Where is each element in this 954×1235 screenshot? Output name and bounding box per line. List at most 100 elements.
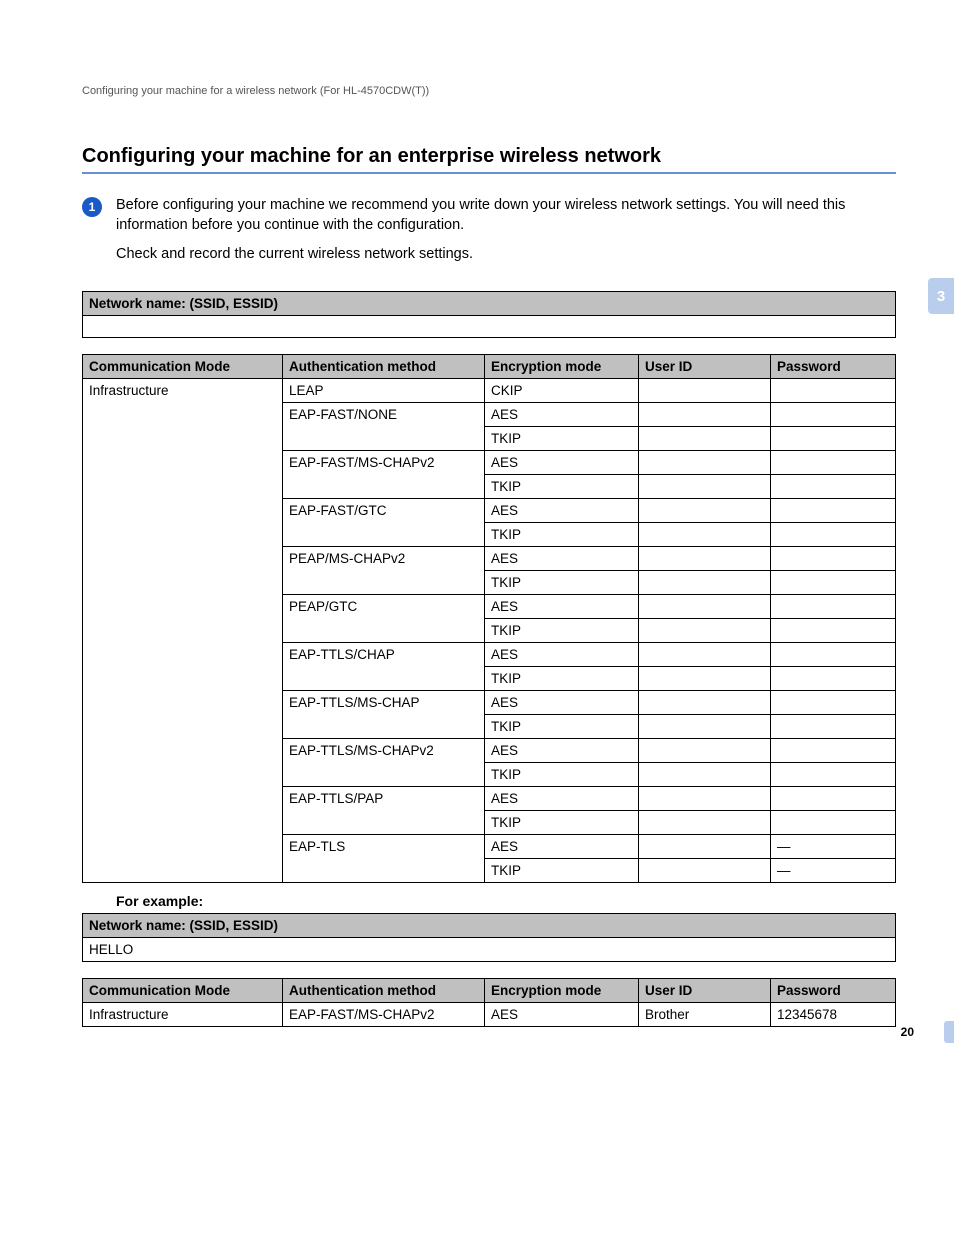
table-row: InfrastructureLEAPCKIP: [83, 378, 896, 402]
enc-cell: TKIP: [485, 618, 639, 642]
col-uid-header: User ID: [639, 354, 771, 378]
uid-cell: [639, 546, 771, 570]
ssid-header: Network name: (SSID, ESSID): [83, 291, 896, 315]
pwd-cell: [771, 618, 896, 642]
uid-cell: [639, 498, 771, 522]
enc-cell: TKIP: [485, 570, 639, 594]
col-comm-header: Communication Mode: [83, 354, 283, 378]
pwd-cell: [771, 522, 896, 546]
uid-cell: [639, 594, 771, 618]
step-text: Before configuring your machine we recom…: [116, 196, 896, 275]
ex-col-enc: Encryption mode: [485, 978, 639, 1002]
uid-cell: [639, 570, 771, 594]
pwd-cell: [771, 762, 896, 786]
enc-cell: AES: [485, 738, 639, 762]
enc-cell: AES: [485, 546, 639, 570]
pwd-cell: [771, 714, 896, 738]
ex-pwd: 12345678: [771, 1002, 896, 1026]
uid-cell: [639, 762, 771, 786]
enc-cell: AES: [485, 690, 639, 714]
example-ssid-value: HELLO: [83, 937, 896, 961]
uid-cell: [639, 834, 771, 858]
auth-cell: EAP-TTLS/MS-CHAP: [283, 690, 485, 738]
uid-cell: [639, 474, 771, 498]
ex-enc: AES: [485, 1002, 639, 1026]
example-row-table: Communication Mode Authentication method…: [82, 978, 896, 1027]
ssid-table: Network name: (SSID, ESSID): [82, 291, 896, 338]
enc-cell: AES: [485, 594, 639, 618]
uid-cell: [639, 858, 771, 882]
uid-cell: [639, 426, 771, 450]
enc-cell: TKIP: [485, 762, 639, 786]
pwd-cell: [771, 690, 896, 714]
pwd-cell: [771, 810, 896, 834]
ex-auth: EAP-FAST/MS-CHAPv2: [283, 1002, 485, 1026]
uid-cell: [639, 642, 771, 666]
uid-cell: [639, 450, 771, 474]
uid-cell: [639, 786, 771, 810]
pwd-cell: [771, 570, 896, 594]
uid-cell: [639, 810, 771, 834]
auth-cell: PEAP/MS-CHAPv2: [283, 546, 485, 594]
enc-cell: TKIP: [485, 858, 639, 882]
enc-cell: AES: [485, 498, 639, 522]
enc-cell: TKIP: [485, 522, 639, 546]
corner-tab: [944, 1021, 954, 1043]
page-number: 20: [901, 1025, 914, 1039]
enc-cell: AES: [485, 834, 639, 858]
pwd-cell: [771, 426, 896, 450]
settings-header-row: Communication Mode Authentication method…: [83, 354, 896, 378]
pwd-cell: [771, 594, 896, 618]
pwd-cell: [771, 450, 896, 474]
ex-col-comm: Communication Mode: [83, 978, 283, 1002]
auth-cell: EAP-TTLS/MS-CHAPv2: [283, 738, 485, 786]
example-data-row: Infrastructure EAP-FAST/MS-CHAPv2 AES Br…: [83, 1002, 896, 1026]
enc-cell: TKIP: [485, 714, 639, 738]
pwd-cell: —: [771, 858, 896, 882]
step-paragraph-1: Before configuring your machine we recom…: [116, 196, 896, 235]
uid-cell: [639, 402, 771, 426]
section-heading: Configuring your machine for an enterpri…: [82, 145, 896, 168]
enc-cell: CKIP: [485, 378, 639, 402]
auth-cell: EAP-FAST/MS-CHAPv2: [283, 450, 485, 498]
pwd-cell: [771, 666, 896, 690]
pwd-cell: [771, 498, 896, 522]
enc-cell: TKIP: [485, 474, 639, 498]
uid-cell: [639, 690, 771, 714]
ssid-blank-cell: [83, 315, 896, 337]
auth-cell: EAP-TTLS/PAP: [283, 786, 485, 834]
uid-cell: [639, 738, 771, 762]
enc-cell: AES: [485, 642, 639, 666]
auth-cell: LEAP: [283, 378, 485, 402]
step-paragraph-2: Check and record the current wireless ne…: [116, 245, 896, 265]
col-enc-header: Encryption mode: [485, 354, 639, 378]
col-pwd-header: Password: [771, 354, 896, 378]
uid-cell: [639, 666, 771, 690]
pwd-cell: [771, 378, 896, 402]
settings-table: Communication Mode Authentication method…: [82, 354, 896, 883]
example-header-row: Communication Mode Authentication method…: [83, 978, 896, 1002]
col-auth-header: Authentication method: [283, 354, 485, 378]
for-example-label: For example:: [116, 893, 896, 909]
auth-cell: EAP-TLS: [283, 834, 485, 882]
ex-col-uid: User ID: [639, 978, 771, 1002]
enc-cell: AES: [485, 402, 639, 426]
enc-cell: TKIP: [485, 810, 639, 834]
ex-comm: Infrastructure: [83, 1002, 283, 1026]
auth-cell: EAP-TTLS/CHAP: [283, 642, 485, 690]
auth-cell: PEAP/GTC: [283, 594, 485, 642]
pwd-cell: —: [771, 834, 896, 858]
auth-cell: EAP-FAST/GTC: [283, 498, 485, 546]
pwd-cell: [771, 402, 896, 426]
ex-uid: Brother: [639, 1002, 771, 1026]
enc-cell: TKIP: [485, 666, 639, 690]
pwd-cell: [771, 642, 896, 666]
example-ssid-table: Network name: (SSID, ESSID) HELLO: [82, 913, 896, 962]
ex-col-pwd: Password: [771, 978, 896, 1002]
chapter-tab: 3: [928, 278, 954, 314]
step-number-badge: 1: [82, 197, 102, 217]
uid-cell: [639, 378, 771, 402]
auth-cell: EAP-FAST/NONE: [283, 402, 485, 450]
pwd-cell: [771, 474, 896, 498]
ex-col-auth: Authentication method: [283, 978, 485, 1002]
